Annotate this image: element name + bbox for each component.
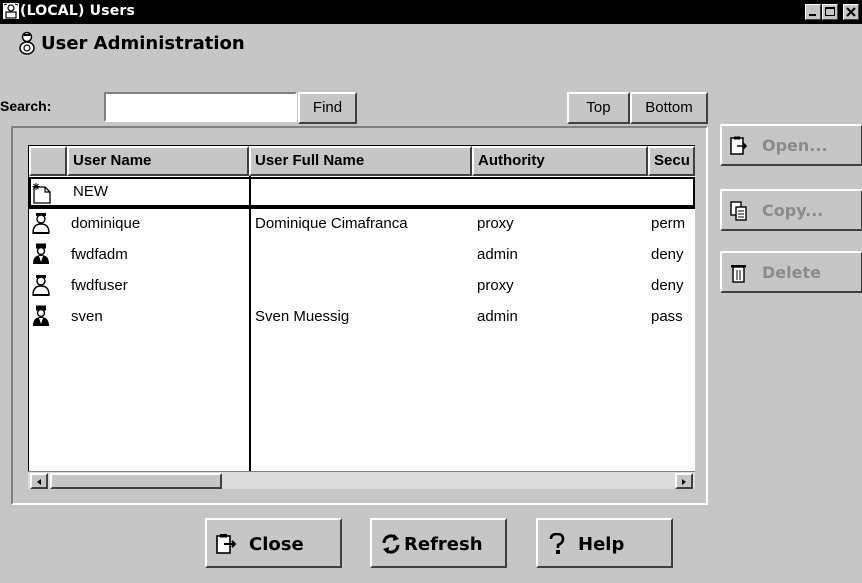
- authority-cell: admin: [477, 308, 518, 325]
- refresh-label: Refresh: [404, 534, 483, 555]
- window-title: (LOCAL) Users: [20, 3, 136, 19]
- user-name-cell: dominique: [71, 215, 141, 232]
- new-user-icon: [32, 183, 51, 204]
- trash-icon: [731, 265, 746, 283]
- refresh-button[interactable]: Refresh: [370, 518, 507, 568]
- open-label: Open...: [762, 136, 828, 155]
- scroll-right-button[interactable]: [675, 473, 693, 489]
- column-header-authority[interactable]: Authority: [472, 146, 648, 176]
- top-button[interactable]: Top: [567, 92, 630, 124]
- table-row[interactable]: dominique Dominique Cimafranca proxy per…: [29, 210, 695, 240]
- open-button[interactable]: Open...: [720, 124, 862, 166]
- user-name-cell: fwdfadm: [71, 246, 128, 263]
- close-window-button[interactable]: [843, 4, 859, 20]
- minimize-icon: [809, 14, 816, 16]
- close-icon: [846, 7, 856, 17]
- open-icon: [730, 136, 748, 155]
- new-user-row[interactable]: NEW: [29, 177, 695, 207]
- table-row[interactable]: sven Sven Muessig admin pass: [29, 303, 695, 333]
- admin-user-icon: [33, 305, 49, 326]
- page-title: User Administration: [41, 33, 245, 54]
- arrow-right-icon: [682, 479, 686, 485]
- close-label: Close: [249, 534, 304, 555]
- security-cell: deny: [651, 246, 684, 263]
- minimize-button[interactable]: [805, 4, 821, 20]
- app-icon: [3, 3, 19, 19]
- title-bar[interactable]: (LOCAL) Users: [0, 0, 862, 24]
- delete-button[interactable]: Delete: [720, 251, 862, 293]
- user-name-cell: sven: [71, 308, 103, 325]
- full-name-cell: Dominique Cimafranca: [255, 215, 408, 232]
- proxy-user-icon: [32, 213, 50, 234]
- table-row[interactable]: fwdfuser proxy deny: [29, 272, 695, 302]
- help-icon: [549, 533, 565, 554]
- proxy-user-icon: [32, 275, 50, 296]
- exit-icon: [216, 534, 237, 554]
- security-cell: deny: [651, 277, 684, 294]
- maximize-button[interactable]: [822, 4, 838, 20]
- new-row-separator: [29, 207, 695, 209]
- copy-icon: [730, 201, 747, 221]
- scroll-thumb[interactable]: [50, 473, 222, 489]
- arrow-left-icon: [37, 479, 41, 485]
- copy-button[interactable]: Copy...: [720, 189, 862, 231]
- user-admin-icon: [19, 31, 35, 55]
- full-name-cell: Sven Muessig: [255, 308, 350, 325]
- search-label: Search:: [0, 98, 52, 114]
- security-cell: perm: [651, 215, 686, 232]
- help-button[interactable]: Help: [536, 518, 673, 568]
- search-input[interactable]: [104, 92, 297, 122]
- column-header-icon[interactable]: [29, 146, 67, 176]
- bottom-button[interactable]: Bottom: [630, 92, 708, 124]
- refresh-icon: [382, 534, 400, 554]
- users-window: (LOCAL) Users User Administration Search…: [0, 0, 862, 583]
- authority-cell: admin: [477, 246, 518, 263]
- column-header-security[interactable]: Secu: [648, 146, 695, 176]
- help-label: Help: [578, 534, 625, 555]
- user-name-cell: fwdfuser: [71, 277, 128, 294]
- column-header-full-name[interactable]: User Full Name: [249, 146, 472, 176]
- column-header-user-name[interactable]: User Name: [67, 146, 249, 176]
- copy-label: Copy...: [762, 201, 824, 220]
- horizontal-scrollbar[interactable]: [28, 471, 695, 489]
- admin-user-icon: [33, 243, 49, 264]
- find-button[interactable]: Find: [298, 92, 357, 124]
- table-row[interactable]: fwdfadm admin deny: [29, 241, 695, 271]
- authority-cell: proxy: [477, 277, 514, 294]
- delete-label: Delete: [762, 263, 821, 282]
- authority-cell: proxy: [477, 215, 514, 232]
- maximize-icon: [825, 7, 835, 16]
- security-cell: pass: [651, 308, 683, 325]
- close-button[interactable]: Close: [205, 518, 342, 568]
- new-row-divider: [249, 179, 251, 205]
- scroll-left-button[interactable]: [30, 473, 48, 489]
- new-user-label: NEW: [73, 183, 108, 200]
